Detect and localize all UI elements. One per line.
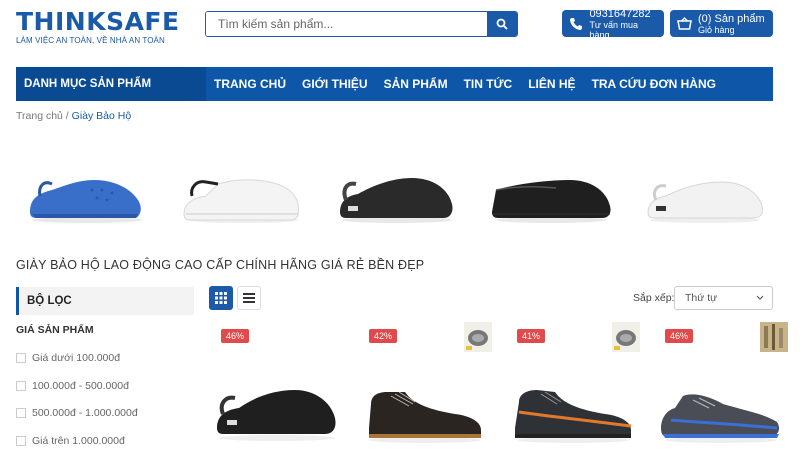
discount-badge: 42% [369,329,398,343]
sort-label: Sắp xếp: [633,292,675,304]
sort-value: Thứ tự [685,292,718,304]
list-icon [243,293,255,303]
product-card[interactable]: 46% [653,322,788,460]
price-option-label: Giá trên 1.000.000đ [32,435,125,447]
search-button[interactable] [487,12,517,36]
hotline-button[interactable]: 0931647282 Tư vấn mua hàng [562,7,664,40]
chevron-down-icon [756,295,764,300]
cart-button[interactable]: (0) Sản phẩm Giỏ hàng [670,10,773,37]
main-nav: DANH MỤC SẢN PHẨM TRANG CHỦ GIỚI THIỆU S… [16,67,773,101]
list-view-button[interactable] [237,286,261,310]
price-option-500k-1m[interactable]: 500.000đ - 1.000.000đ [16,407,138,419]
filter-header: BỘ LỌC [16,287,194,315]
product-card[interactable]: 46% [209,322,344,460]
category-menu-button[interactable]: DANH MỤC SẢN PHẨM [16,67,206,101]
phone-icon [568,16,583,32]
search-icon [496,18,508,30]
product-image-sport-safety-shoe[interactable] [505,362,640,447]
hotline-number: 0931647282 [589,7,651,20]
breadcrumb-current: Giày Bảo Hộ [71,110,132,122]
breadcrumb: Trang chủ / Giày Bảo Hộ [16,110,131,122]
product-card[interactable]: 42% [357,322,492,460]
price-option-over-1m[interactable]: Giá trên 1.000.000đ [16,435,125,447]
featured-shoe-white-slip-on[interactable] [640,160,770,230]
nav-item-news[interactable]: TIN TỨC [464,77,513,91]
price-option-label: 100.000đ - 500.000đ [32,380,129,392]
logo-tagline: LÀM VIỆC AN TOÀN, VỀ NHÀ AN TOÀN [16,36,165,45]
checkbox[interactable] [16,408,26,418]
product-card[interactable]: 41% [505,322,640,460]
section-title: GIÀY BẢO HỘ LAO ĐỘNG CAO CẤP CHÍNH HÃNG … [16,258,425,272]
breadcrumb-separator: / [62,110,72,122]
cart-icon [676,16,692,32]
checkbox[interactable] [16,353,26,363]
hotline-caption: Tư vấn mua hàng [589,19,638,40]
grid-icon [215,292,227,304]
logo[interactable]: THINKSAFE LÀM VIỆC AN TOÀN, VỀ NHÀ AN TO… [16,7,180,46]
discount-badge: 46% [221,329,250,343]
search-bar [205,11,518,37]
checkbox[interactable] [16,381,26,391]
nav-item-home[interactable]: TRANG CHỦ [214,77,286,91]
featured-shoe-black-loafer[interactable] [486,160,616,230]
breadcrumb-home[interactable]: Trang chủ [16,110,63,122]
logo-brand: THINKSAFE [16,7,180,36]
price-option-label: Giá dưới 100.000đ [32,352,121,364]
search-input[interactable] [206,12,487,36]
sort-select[interactable]: Thứ tự [674,286,773,310]
featured-shoe-white-clog[interactable] [178,160,308,230]
nav-item-products[interactable]: SẢN PHẨM [384,77,448,91]
product-thumbnail[interactable] [612,322,640,352]
discount-badge: 46% [665,329,694,343]
cart-caption: Giỏ hàng [698,24,735,35]
price-filter-title: GIÁ SẢN PHẨM [16,324,94,336]
cart-count: (0) Sản phẩm [698,12,765,25]
checkbox[interactable] [16,436,26,446]
nav-item-contact[interactable]: LIÊN HỆ [528,77,575,91]
price-option-100k-500k[interactable]: 100.000đ - 500.000đ [16,380,129,392]
discount-badge: 41% [517,329,546,343]
price-option-label: 500.000đ - 1.000.000đ [32,407,138,419]
grid-view-button[interactable] [209,286,233,310]
product-image-sneaker-safety-shoe[interactable] [653,362,788,447]
product-image-black-clog[interactable] [209,362,344,447]
product-image-leather-boot[interactable] [357,362,492,447]
product-thumbnail[interactable] [760,322,788,352]
nav-item-order-lookup[interactable]: TRA CỨU ĐƠN HÀNG [592,77,716,91]
nav-item-about[interactable]: GIỚI THIỆU [302,77,368,91]
price-option-under-100k[interactable]: Giá dưới 100.000đ [16,352,120,364]
featured-shoe-black-clog[interactable] [332,160,462,230]
product-thumbnail[interactable] [464,322,492,352]
featured-shoe-blue-clog[interactable] [22,160,152,230]
